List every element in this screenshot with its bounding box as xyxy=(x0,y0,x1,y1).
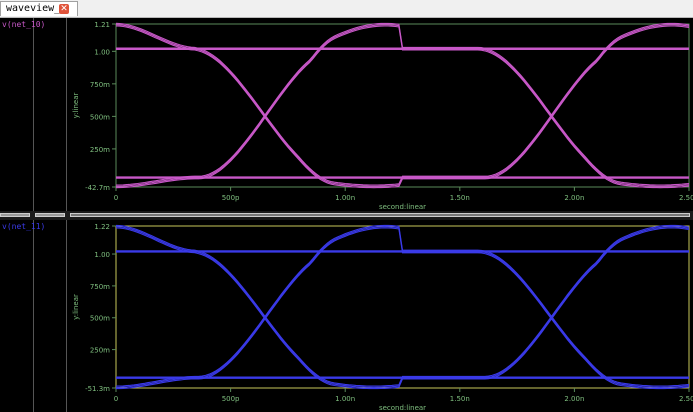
x-tick-label: 2.50n xyxy=(679,194,693,202)
splitter-handle[interactable] xyxy=(35,213,65,217)
y-tick-label: 500m xyxy=(90,113,110,121)
y-tick-label: 500m xyxy=(90,315,110,323)
x-tick-label: 0 xyxy=(114,194,118,202)
y-tick-label: 1.00 xyxy=(94,48,110,56)
signal-name[interactable]: v(net_10) xyxy=(2,20,45,29)
trace-group xyxy=(115,224,690,390)
y-tick-label: 750m xyxy=(90,283,110,291)
x-tick-label: 500p xyxy=(222,194,240,202)
waveform-plot-2[interactable]: 1.22 1.00 750m 500m 250m -51.3m 0 500p 1.00n 1.50… xyxy=(66,220,693,412)
waveform-pane-1[interactable]: v(net_10) 1.21 1.00 750m 500m 250m -42.7m 0 500… xyxy=(0,18,693,211)
x-tick-label: 500p xyxy=(222,395,240,403)
tab-bar: waveview_0 ✕ xyxy=(0,0,693,18)
y-tick-label: 250m xyxy=(90,146,110,154)
y-tick-label: -42.7m xyxy=(85,184,110,192)
x-tick-label: 2.50n xyxy=(679,395,693,403)
x-tick-label: 0 xyxy=(114,395,118,403)
x-tick-label: 2.00n xyxy=(564,395,584,403)
x-tick-label: 1.00n xyxy=(335,395,355,403)
waveform-plot-1[interactable]: 1.21 1.00 750m 500m 250m -42.7m 0 500p 1.00n 1.50… xyxy=(66,18,693,211)
pane-divider xyxy=(33,18,34,211)
x-tick-label: 1.50n xyxy=(450,194,470,202)
trace-group xyxy=(115,22,690,189)
x-tick-label: 1.00n xyxy=(335,194,355,202)
y-tick-label: 1.00 xyxy=(94,251,110,259)
tab-label: waveview_0 xyxy=(6,3,67,14)
x-tick-label: 2.00n xyxy=(564,194,584,202)
pane-divider xyxy=(33,220,34,412)
y-tick-label: 250m xyxy=(90,347,110,355)
x-axis-label: second:linear xyxy=(379,404,426,412)
y-tick-label: 750m xyxy=(90,81,110,89)
tab-waveview[interactable]: waveview_0 ✕ xyxy=(0,1,78,16)
y-tick-label: 1.21 xyxy=(94,21,110,29)
y-tick-label: 1.22 xyxy=(94,223,110,231)
x-axis-label: second:linear xyxy=(379,203,426,211)
splitter-handle[interactable] xyxy=(0,213,30,217)
signal-name[interactable]: v(net_11) xyxy=(2,222,45,231)
splitter-handle[interactable] xyxy=(70,213,690,217)
close-icon[interactable]: ✕ xyxy=(59,4,69,14)
x-tick-label: 1.50n xyxy=(450,395,470,403)
y-tick-label: -51.3m xyxy=(85,385,110,393)
y-axis-label: y:linear xyxy=(72,92,80,118)
waveform-pane-2[interactable]: v(net_11) 1.22 1.00 750m 500m 250m -51.3m 0 500… xyxy=(0,220,693,412)
y-axis-label: y:linear xyxy=(72,294,80,320)
pane-splitter[interactable] xyxy=(0,211,693,220)
